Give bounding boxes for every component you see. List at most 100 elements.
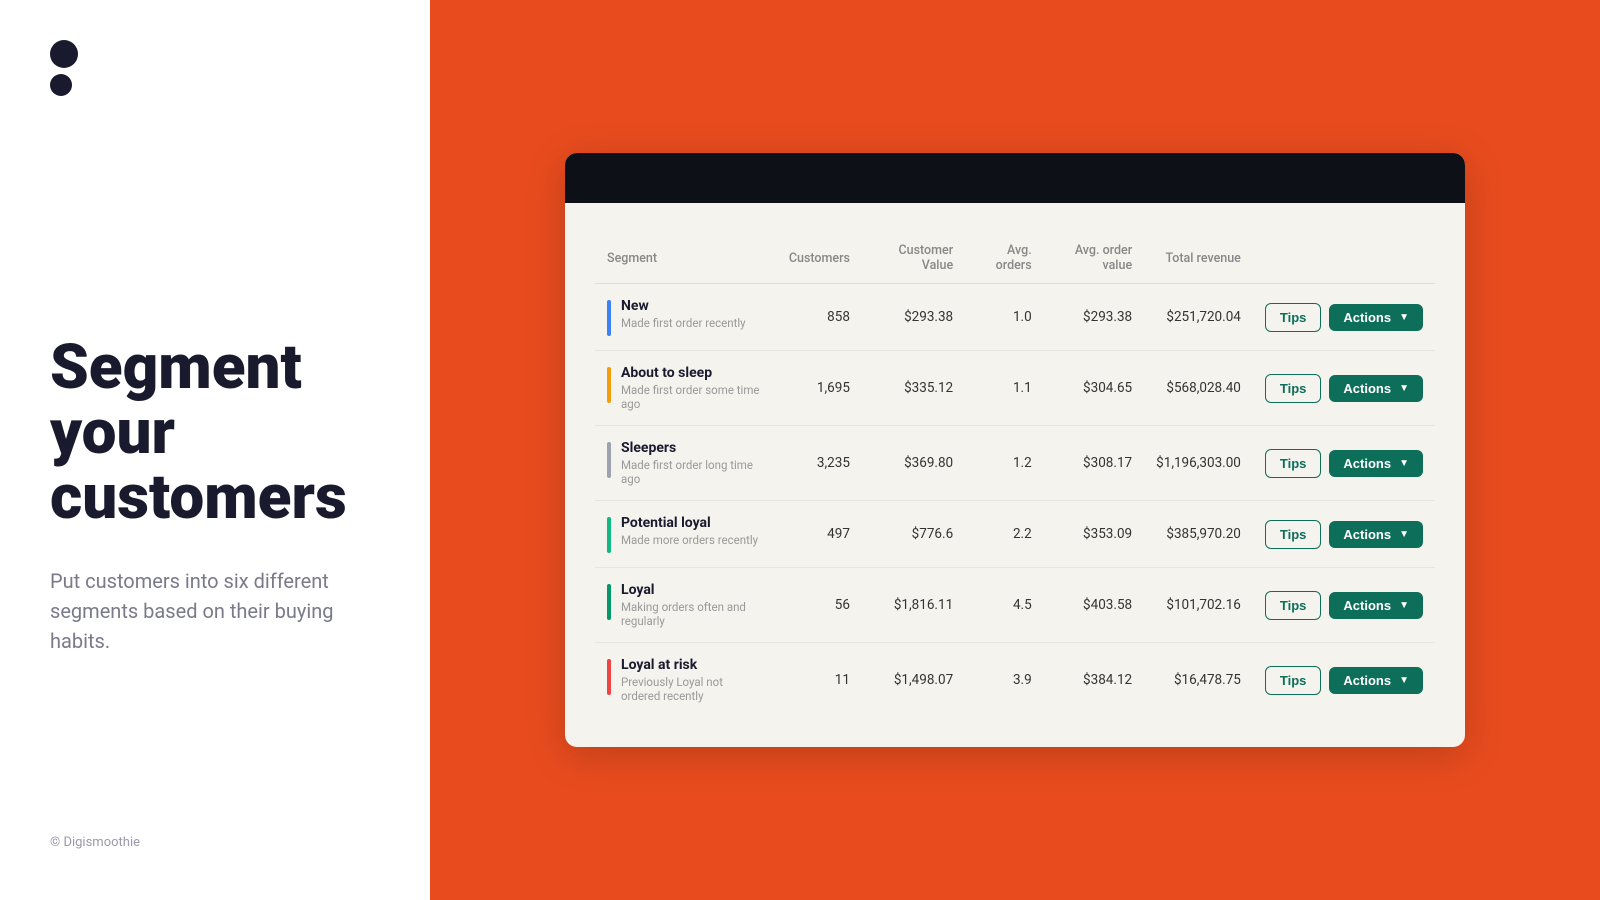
- col-customer-value: Customer Value: [862, 233, 965, 284]
- tips-button-about-to-sleep[interactable]: Tips: [1265, 374, 1322, 403]
- actions-button-new[interactable]: Actions ▼: [1329, 304, 1423, 331]
- chevron-down-icon: ▼: [1399, 675, 1409, 686]
- avg-orders-new: 1.0: [965, 284, 1044, 351]
- customer-value-loyal: $1,816.11: [862, 568, 965, 643]
- segment-name-loyal: Loyal: [621, 582, 765, 598]
- card-header: [565, 153, 1465, 203]
- sub-text: Put customers into six different segment…: [50, 566, 370, 656]
- card-body: Segment Customers Customer Value Avg. or…: [565, 203, 1465, 747]
- segment-bar-potential-loyal: [607, 517, 611, 553]
- left-panel: Segment your customers Put customers int…: [0, 0, 430, 900]
- total-revenue-loyal: $101,702.16: [1144, 568, 1253, 643]
- tips-button-sleepers[interactable]: Tips: [1265, 449, 1322, 478]
- tips-button-potential-loyal[interactable]: Tips: [1265, 520, 1322, 549]
- actions-button-potential-loyal[interactable]: Actions ▼: [1329, 521, 1423, 548]
- segment-cell-loyal: Loyal Making orders often and regularly: [595, 568, 777, 643]
- segment-desc-new: Made first order recently: [621, 316, 746, 330]
- logo-dot-large: [50, 40, 78, 68]
- segment-desc-potential-loyal: Made more orders recently: [621, 533, 758, 547]
- actions-cell-loyal-at-risk: Tips Actions ▼: [1253, 643, 1435, 718]
- segment-cell-about-to-sleep: About to sleep Made first order some tim…: [595, 351, 777, 426]
- total-revenue-loyal-at-risk: $16,478.75: [1144, 643, 1253, 718]
- col-total-revenue: Total revenue: [1144, 233, 1253, 284]
- col-segment: Segment: [595, 233, 777, 284]
- footer-copyright: © Digismoothie: [50, 835, 380, 860]
- segment-cell-loyal-at-risk: Loyal at risk Previously Loyal not order…: [595, 643, 777, 718]
- tips-button-loyal-at-risk[interactable]: Tips: [1265, 666, 1322, 695]
- right-panel: Segment Customers Customer Value Avg. or…: [430, 0, 1600, 900]
- avg-order-value-loyal-at-risk: $384.12: [1044, 643, 1144, 718]
- avg-orders-loyal: 4.5: [965, 568, 1044, 643]
- col-actions-header: [1253, 233, 1435, 284]
- actions-cell-about-to-sleep: Tips Actions ▼: [1253, 351, 1435, 426]
- avg-order-value-about-to-sleep: $304.65: [1044, 351, 1144, 426]
- segment-cell-new: New Made first order recently: [595, 284, 777, 351]
- logo-dot-small: [50, 74, 72, 96]
- col-avg-order-value: Avg. order value: [1044, 233, 1144, 284]
- segment-cell-potential-loyal: Potential loyal Made more orders recentl…: [595, 501, 777, 568]
- segment-name-loyal-at-risk: Loyal at risk: [621, 657, 765, 673]
- col-avg-orders: Avg. orders: [965, 233, 1044, 284]
- customers-loyal-at-risk: 11: [777, 643, 862, 718]
- actions-cell-loyal: Tips Actions ▼: [1253, 568, 1435, 643]
- main-heading: Segment your customers: [50, 335, 380, 530]
- avg-orders-loyal-at-risk: 3.9: [965, 643, 1044, 718]
- segment-bar-loyal: [607, 584, 611, 620]
- chevron-down-icon: ▼: [1399, 529, 1409, 540]
- segment-bar-loyal-at-risk: [607, 659, 611, 695]
- segment-name-sleepers: Sleepers: [621, 440, 765, 456]
- avg-order-value-sleepers: $308.17: [1044, 426, 1144, 501]
- segment-name-new: New: [621, 298, 746, 314]
- table-row: Loyal Making orders often and regularly …: [595, 568, 1435, 643]
- customer-value-about-to-sleep: $335.12: [862, 351, 965, 426]
- actions-button-loyal[interactable]: Actions ▼: [1329, 592, 1423, 619]
- customer-value-loyal-at-risk: $1,498.07: [862, 643, 965, 718]
- table-row: Potential loyal Made more orders recentl…: [595, 501, 1435, 568]
- customers-potential-loyal: 497: [777, 501, 862, 568]
- segment-desc-sleepers: Made first order long time ago: [621, 458, 765, 486]
- avg-order-value-potential-loyal: $353.09: [1044, 501, 1144, 568]
- data-card: Segment Customers Customer Value Avg. or…: [565, 153, 1465, 747]
- total-revenue-about-to-sleep: $568,028.40: [1144, 351, 1253, 426]
- tips-button-new[interactable]: Tips: [1265, 303, 1322, 332]
- customer-value-new: $293.38: [862, 284, 965, 351]
- table-row: Sleepers Made first order long time ago …: [595, 426, 1435, 501]
- customers-sleepers: 3,235: [777, 426, 862, 501]
- actions-button-about-to-sleep[interactable]: Actions ▼: [1329, 375, 1423, 402]
- segment-cell-sleepers: Sleepers Made first order long time ago: [595, 426, 777, 501]
- avg-orders-sleepers: 1.2: [965, 426, 1044, 501]
- customer-value-sleepers: $369.80: [862, 426, 965, 501]
- actions-cell-new: Tips Actions ▼: [1253, 284, 1435, 351]
- chevron-down-icon: ▼: [1399, 600, 1409, 611]
- segment-desc-about-to-sleep: Made first order some time ago: [621, 383, 765, 411]
- customers-new: 858: [777, 284, 862, 351]
- avg-order-value-new: $293.38: [1044, 284, 1144, 351]
- segment-bar-new: [607, 300, 611, 336]
- total-revenue-new: $251,720.04: [1144, 284, 1253, 351]
- avg-orders-about-to-sleep: 1.1: [965, 351, 1044, 426]
- table-header-row: Segment Customers Customer Value Avg. or…: [595, 233, 1435, 284]
- actions-cell-sleepers: Tips Actions ▼: [1253, 426, 1435, 501]
- left-content: Segment your customers Put customers int…: [50, 96, 380, 835]
- actions-button-sleepers[interactable]: Actions ▼: [1329, 450, 1423, 477]
- total-revenue-sleepers: $1,196,303.00: [1144, 426, 1253, 501]
- segment-bar-about-to-sleep: [607, 367, 611, 403]
- segments-table: Segment Customers Customer Value Avg. or…: [595, 233, 1435, 717]
- chevron-down-icon: ▼: [1399, 383, 1409, 394]
- actions-button-loyal-at-risk[interactable]: Actions ▼: [1329, 667, 1423, 694]
- customers-about-to-sleep: 1,695: [777, 351, 862, 426]
- segment-name-potential-loyal: Potential loyal: [621, 515, 758, 531]
- tips-button-loyal[interactable]: Tips: [1265, 591, 1322, 620]
- segment-desc-loyal-at-risk: Previously Loyal not ordered recently: [621, 675, 765, 703]
- avg-order-value-loyal: $403.58: [1044, 568, 1144, 643]
- logo: [50, 40, 380, 96]
- table-row: New Made first order recently 858 $293.3…: [595, 284, 1435, 351]
- segment-desc-loyal: Making orders often and regularly: [621, 600, 765, 628]
- chevron-down-icon: ▼: [1399, 312, 1409, 323]
- customer-value-potential-loyal: $776.6: [862, 501, 965, 568]
- segment-name-about-to-sleep: About to sleep: [621, 365, 765, 381]
- segment-bar-sleepers: [607, 442, 611, 478]
- customers-loyal: 56: [777, 568, 862, 643]
- actions-cell-potential-loyal: Tips Actions ▼: [1253, 501, 1435, 568]
- col-customers: Customers: [777, 233, 862, 284]
